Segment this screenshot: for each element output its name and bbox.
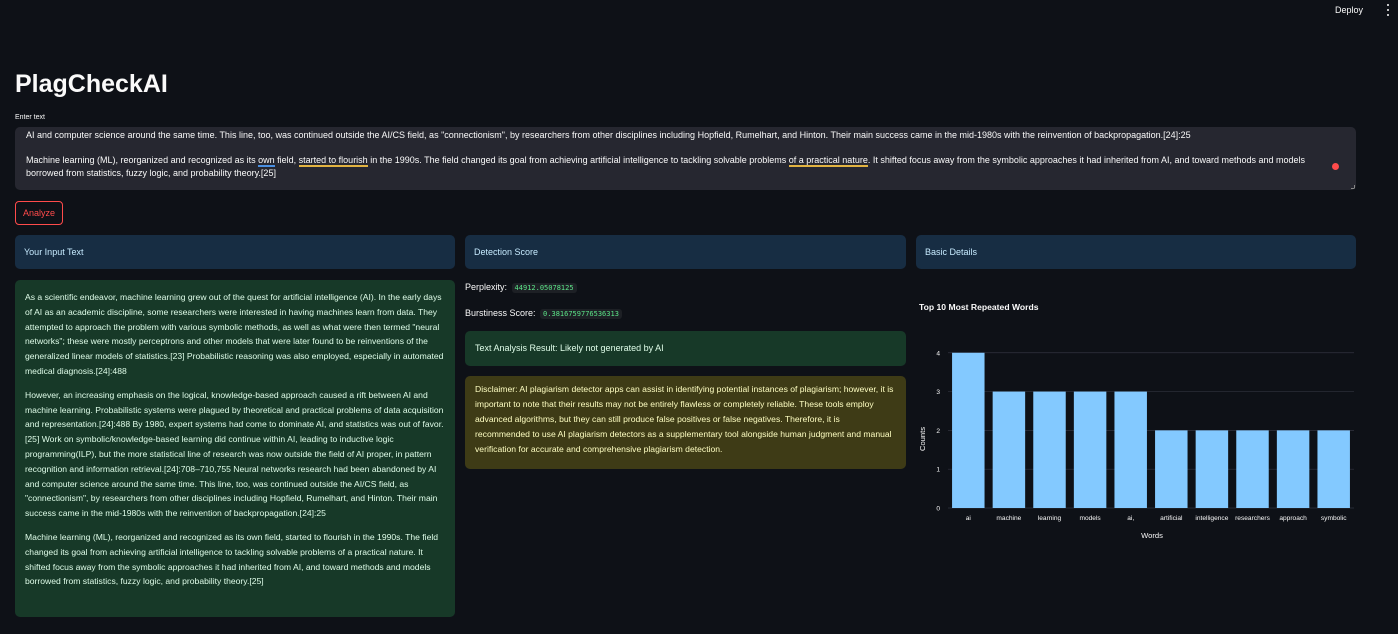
chart-y-tick-label: 3 bbox=[936, 389, 940, 396]
analyze-button[interactable]: Analyze bbox=[15, 201, 63, 225]
burstiness-metric: Burstiness Score: 0.3816759776536313 bbox=[465, 308, 622, 319]
chart-bar-intelligence[interactable] bbox=[1195, 430, 1229, 508]
chart-bar-artificial[interactable] bbox=[1155, 430, 1188, 508]
spellcheck-underline: own bbox=[258, 155, 275, 167]
grammar-underline: of a practical nature bbox=[788, 155, 868, 167]
page-title: PlagCheckAI bbox=[15, 70, 168, 98]
deploy-button[interactable]: Deploy bbox=[1335, 5, 1363, 15]
chart-y-tick-label: 0 bbox=[936, 506, 940, 513]
chart-bar-researchers[interactable] bbox=[1236, 430, 1269, 508]
chart-y-tick-label: 2 bbox=[936, 428, 940, 435]
text-input-line: AI and computer science around the same … bbox=[26, 130, 1191, 140]
top-bar: Deploy bbox=[0, 0, 1398, 22]
chart-x-tick-label: models bbox=[1079, 515, 1101, 522]
resize-handle-icon[interactable] bbox=[1351, 185, 1355, 189]
text-input-area[interactable]: AI and computer science around the same … bbox=[15, 127, 1356, 190]
chart-y-axis-label: Counts bbox=[918, 427, 927, 451]
chart-x-tick-label: ai bbox=[966, 515, 972, 522]
chart-bar-machine[interactable] bbox=[992, 391, 1026, 508]
burstiness-value: 0.3816759776536313 bbox=[540, 309, 622, 319]
chart-x-tick-label: symbolic bbox=[1321, 515, 1347, 522]
input-paragraph: As a scientific endeavor, machine learni… bbox=[25, 292, 444, 376]
chart-bar-approach[interactable] bbox=[1276, 430, 1310, 508]
disclaimer-box: Disclaimer: AI plagiarism detector apps … bbox=[465, 376, 906, 469]
chart-bar-learning[interactable] bbox=[1033, 391, 1066, 508]
grammar-underline: started to flourish bbox=[298, 155, 368, 167]
input-text-display: As a scientific endeavor, machine learni… bbox=[15, 280, 455, 617]
chart-bar-symbolic[interactable] bbox=[1317, 430, 1350, 508]
perplexity-metric: Perplexity: 44912.05078125 bbox=[465, 282, 577, 293]
chart-bar-models[interactable] bbox=[1073, 391, 1107, 508]
recording-indicator-icon bbox=[1332, 163, 1339, 170]
chart-y-tick-label: 1 bbox=[936, 467, 940, 474]
chart-x-tick-label: ai, bbox=[1127, 515, 1134, 522]
chart-bar-ai[interactable] bbox=[952, 352, 985, 508]
chart-x-tick-label: approach bbox=[1279, 515, 1307, 522]
chart-x-tick-label: artificial bbox=[1160, 515, 1183, 522]
chart-x-tick-label: intelligence bbox=[1195, 515, 1228, 522]
chart-x-tick-label: learning bbox=[1038, 515, 1062, 522]
basic-details-header: Basic Details bbox=[916, 235, 1356, 269]
perplexity-label: Perplexity: bbox=[465, 282, 508, 292]
input-text-header: Your Input Text bbox=[15, 235, 455, 269]
burstiness-label: Burstiness Score: bbox=[465, 308, 536, 318]
chart-bar-ai-comma[interactable] bbox=[1114, 391, 1147, 508]
main-menu-icon[interactable] bbox=[1385, 4, 1391, 16]
word-frequency-chart-svg: Top 10 Most Repeated Words 0 1 2 3 4 ai machin… bbox=[918, 302, 1354, 540]
input-paragraph: Machine learning (ML), reorganized and r… bbox=[25, 531, 439, 587]
text-input-label: Enter text bbox=[15, 114, 45, 121]
input-paragraph: However, an increasing emphasis on the l… bbox=[25, 389, 444, 519]
chart-x-axis-label: Words bbox=[1141, 531, 1163, 540]
chart-title: Top 10 Most Repeated Words bbox=[919, 302, 1039, 312]
chart-x-tick-label: researchers bbox=[1235, 515, 1271, 522]
chart-x-tick-label: machine bbox=[996, 515, 1021, 522]
word-frequency-chart: Top 10 Most Repeated Words 0 1 2 3 4 ai machin… bbox=[916, 290, 1356, 550]
text-input-line: Machine learning (ML), reorganized and r… bbox=[26, 155, 1306, 178]
detection-score-header: Detection Score bbox=[465, 235, 906, 269]
chart-y-tick-label: 4 bbox=[936, 350, 940, 357]
analysis-result-box: Text Analysis Result: Likely not generat… bbox=[465, 331, 906, 366]
perplexity-value: 44912.05078125 bbox=[511, 283, 577, 293]
